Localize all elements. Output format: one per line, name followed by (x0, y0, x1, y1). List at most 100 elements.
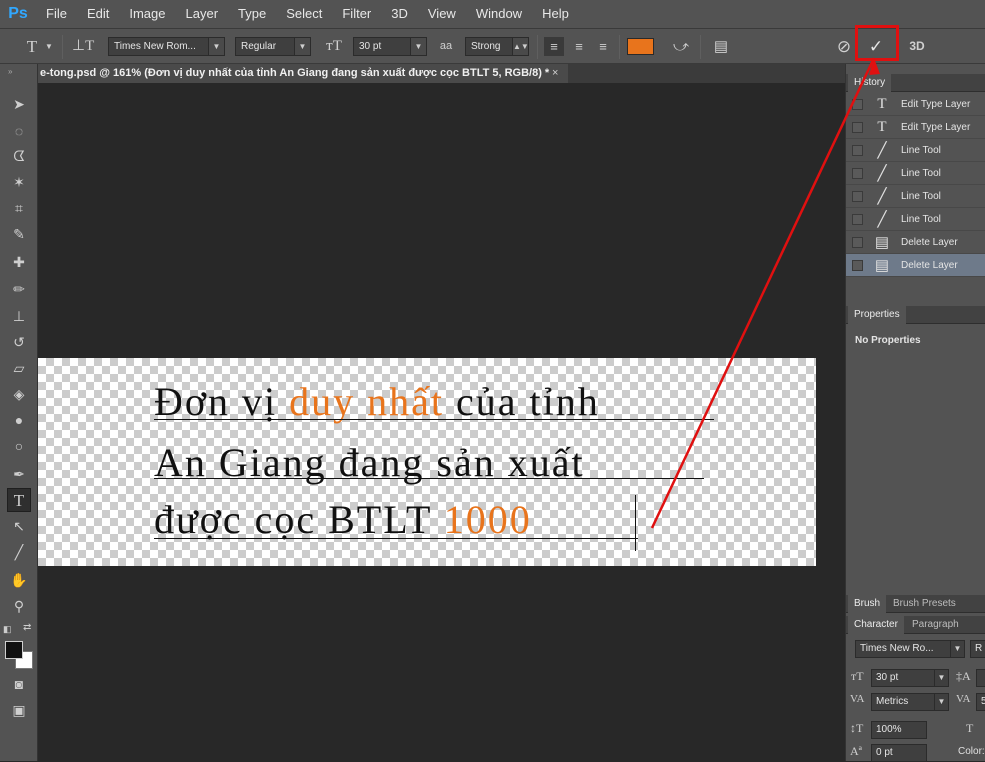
menu-window[interactable]: Window (466, 0, 532, 28)
history-item[interactable]: ╱ Line Tool (846, 162, 985, 185)
history-item[interactable]: T Edit Type Layer (846, 116, 985, 139)
tab-history[interactable]: History (848, 74, 892, 92)
menu-help[interactable]: Help (532, 0, 579, 28)
foreground-color-swatch[interactable] (5, 641, 23, 659)
menu-image[interactable]: Image (119, 0, 175, 28)
font-family-select[interactable]: Times New Rom... ▼ (108, 37, 225, 56)
history-brush-tool-icon[interactable]: ↺ (7, 330, 31, 354)
tracking-value: 5 (981, 696, 985, 707)
move-tool-icon[interactable]: ➤ (7, 92, 31, 116)
magic-wand-tool-icon[interactable]: ✶ (7, 170, 31, 194)
font-style-select[interactable]: Regular ▼ (235, 37, 311, 56)
history-item[interactable]: ╱ Line Tool (846, 185, 985, 208)
history-item[interactable]: ▤ Delete Layer (846, 254, 985, 277)
chevron-down-icon: ▼ (410, 38, 426, 55)
history-snapshot-checkbox[interactable] (852, 144, 863, 156)
swap-colors-icon[interactable]: ⇄ (23, 622, 31, 633)
character-font-family-select[interactable]: Times New Ro... ▼ (855, 640, 965, 658)
history-snapshot-checkbox[interactable] (852, 121, 863, 133)
character-font-style-select[interactable]: R (970, 640, 985, 658)
line-tool-icon: ╱ (877, 211, 887, 228)
text-baseline (154, 478, 704, 479)
tab-paragraph[interactable]: Paragraph (906, 616, 965, 634)
path-selection-tool-icon[interactable]: ↖ (7, 514, 31, 538)
3d-extrusion-icon[interactable]: 3D (905, 37, 929, 56)
menu-layer[interactable]: Layer (176, 0, 229, 28)
warp-text-icon[interactable]: ⤻ (670, 37, 692, 56)
kerning-select[interactable]: Metrics ▼ (871, 693, 949, 711)
blur-tool-icon[interactable]: ● (7, 408, 31, 432)
text-line-3[interactable]: được cọc BTLT 1000 (154, 496, 532, 543)
hand-tool-icon[interactable]: ✋ (7, 568, 31, 592)
font-size-select[interactable]: 30 pt ▼ (353, 37, 427, 56)
cancel-edits-icon[interactable]: ⊘ (833, 37, 855, 56)
type-tool-icon[interactable]: T (7, 488, 31, 512)
type-icon: T (877, 95, 887, 112)
menu-filter[interactable]: Filter (332, 0, 381, 28)
eyedropper-tool-icon[interactable]: ✎ (7, 222, 31, 246)
history-snapshot-checkbox[interactable] (852, 259, 863, 271)
pen-tool-icon[interactable]: ✒ (7, 462, 31, 486)
menu-type[interactable]: Type (228, 0, 276, 28)
canvas-area[interactable]: Đơn vị duy nhất của tỉnh An Giang đang s… (38, 83, 845, 761)
history-item[interactable]: ╱ Line Tool (846, 208, 985, 231)
lasso-tool-icon[interactable]: ᗧ (7, 144, 31, 168)
align-right-icon[interactable]: ≡ (593, 37, 613, 56)
tab-character[interactable]: Character (848, 616, 904, 634)
artboard[interactable]: Đơn vị duy nhất của tỉnh An Giang đang s… (38, 358, 816, 566)
baseline-shift-field[interactable]: 0 pt (871, 744, 927, 762)
tab-brush-presets[interactable]: Brush Presets (887, 595, 962, 613)
line-tool-icon[interactable]: ╱ (7, 540, 31, 564)
dodge-tool-icon[interactable]: ○ (7, 434, 31, 458)
marquee-tool-icon[interactable]: ◌ (7, 119, 31, 143)
history-snapshot-checkbox[interactable] (852, 213, 863, 225)
toggle-orientation-icon[interactable]: ⊥T (72, 37, 94, 56)
vertical-scale-field[interactable]: 100% (871, 721, 927, 739)
history-item[interactable]: ▤ Delete Layer (846, 231, 985, 254)
history-snapshot-checkbox[interactable] (852, 98, 863, 110)
history-snapshot-checkbox[interactable] (852, 236, 863, 248)
eraser-tool-icon[interactable]: ▱ (7, 356, 31, 380)
screen-mode-icon[interactable]: ▣ (7, 698, 31, 722)
close-tab-icon[interactable]: × (552, 64, 558, 82)
menu-view[interactable]: View (418, 0, 466, 28)
character-font-size-select[interactable]: 30 pt ▼ (871, 669, 949, 687)
text-cursor (635, 495, 636, 551)
history-item[interactable]: T Edit Type Layer (846, 93, 985, 116)
chevron-down-icon[interactable]: ▼ (44, 37, 54, 56)
brush-panel-header: Brush Brush Presets (846, 595, 985, 613)
crop-tool-icon[interactable]: ⌗ (7, 196, 31, 220)
character-panel-icon[interactable]: ▤ (710, 37, 732, 56)
tab-properties[interactable]: Properties (848, 306, 906, 324)
history-snapshot-checkbox[interactable] (852, 190, 863, 202)
history-item[interactable]: ╱ Line Tool (846, 139, 985, 162)
zoom-tool-icon[interactable]: ⚲ (7, 594, 31, 618)
healing-brush-tool-icon[interactable]: ✚ (7, 250, 31, 274)
leading-field[interactable] (976, 669, 985, 687)
tracking-field[interactable]: 5 (976, 693, 985, 711)
menu-file[interactable]: File (36, 0, 77, 28)
brush-tool-icon[interactable]: ✏ (7, 277, 31, 301)
text-color-swatch[interactable] (627, 38, 654, 55)
document-icon: ▤ (874, 257, 890, 274)
paint-bucket-tool-icon[interactable]: ◈ (7, 382, 31, 406)
default-colors-icon[interactable]: ◧ (3, 624, 12, 635)
collapse-panel-icon[interactable]: » (8, 67, 12, 76)
align-center-icon[interactable]: ≡ (569, 37, 589, 56)
character-panel-header: Character Paragraph (846, 616, 985, 634)
quick-mask-icon[interactable]: ◙ (7, 672, 31, 696)
menu-3d[interactable]: 3D (381, 0, 418, 28)
type-tool-preset-icon[interactable]: T (22, 37, 42, 56)
clone-stamp-tool-icon[interactable]: ⊥ (7, 304, 31, 328)
character-font-size-value: 30 pt (876, 672, 899, 683)
history-item-label: Line Tool (901, 213, 941, 225)
annotation-highlight-box (855, 25, 899, 61)
tab-brush[interactable]: Brush (848, 595, 887, 613)
menu-select[interactable]: Select (276, 0, 332, 28)
antialias-select[interactable]: Strong ▲▼ (465, 37, 529, 56)
align-left-icon[interactable]: ≡ (544, 37, 564, 56)
text-line-1[interactable]: Đơn vị duy nhất của tỉnh (154, 378, 600, 425)
menu-edit[interactable]: Edit (77, 0, 119, 28)
document-tab[interactable]: e-tong.psd @ 161% (Đơn vị duy nhất của t… (38, 64, 568, 83)
history-snapshot-checkbox[interactable] (852, 167, 863, 179)
